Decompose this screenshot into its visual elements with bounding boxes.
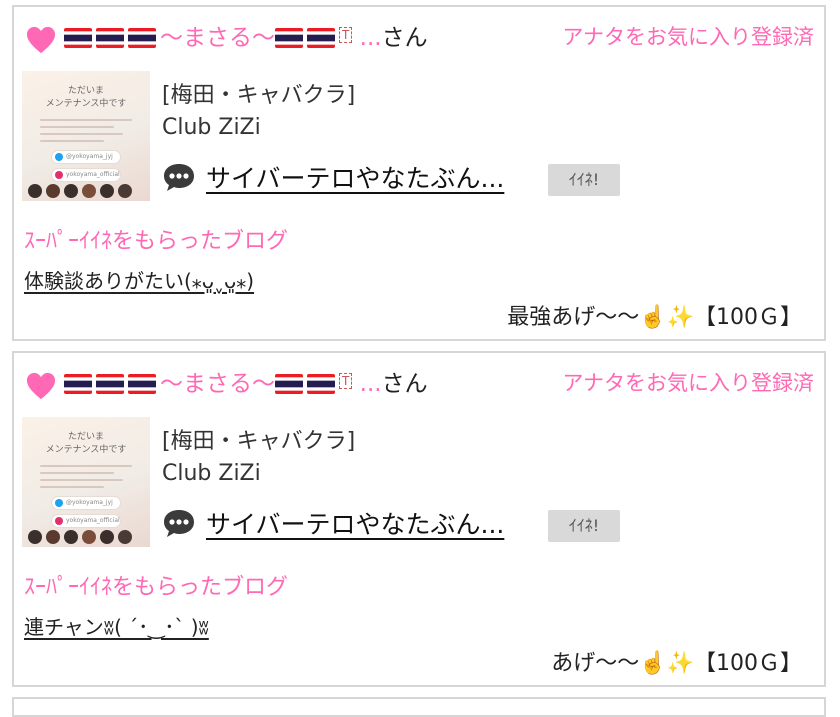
thumbnail-twitter-handle: @yokoyama_jyj	[52, 151, 120, 163]
shop-name[interactable]: Club ZiZi	[162, 115, 261, 140]
shop-thumbnail[interactable]: ただいま メンテナンス中です @yokoyama_jyj yokoyama_off…	[22, 417, 150, 547]
speech-bubble-icon	[164, 164, 194, 191]
shop-area: [梅田・キャバクラ]	[162, 83, 356, 108]
section-title: ｽｰﾊﾟｰｲｲﾈをもらったブログ	[24, 229, 289, 254]
speech-bubble-icon	[164, 510, 194, 537]
user-name-link[interactable]: 〜まさる〜 T ...さん	[64, 21, 428, 55]
heart-icon	[26, 26, 56, 54]
thai-flag-icon	[307, 28, 335, 48]
thumbnail-instagram-handle: yokoyama_official	[52, 515, 120, 527]
thai-flag-icon	[128, 28, 156, 48]
shop-area: [梅田・キャバクラ]	[162, 429, 356, 454]
comment-link[interactable]: 体験談ありがたい(⁎ᴗ͈ˬᴗ͈⁎)	[24, 265, 254, 294]
heart-icon	[26, 372, 56, 400]
thai-flag-icon	[64, 374, 92, 394]
blog-title-link[interactable]: サイバーテロやなたぶん...	[206, 505, 504, 541]
user-name: 〜まさる〜	[160, 25, 275, 51]
name-ellipsis: ...	[359, 25, 382, 51]
shop-thumbnail[interactable]: ただいま メンテナンス中です @yokoyama_jyj yokoyama_off…	[22, 71, 150, 201]
card-header: 〜まさる〜 T ...さん アナタをお気に入り登録済	[14, 353, 824, 413]
thai-flag-icon	[64, 28, 92, 48]
iine-button[interactable]: ｲｲﾈ!	[548, 510, 620, 542]
card-header: 〜まさる〜 T ...さん アナタをお気に入り登録済	[14, 7, 824, 67]
gift-message: あげ〜〜☝️✨【100Ｇ】	[551, 651, 802, 676]
thumbnail-heading: ただいま メンテナンス中です	[45, 86, 127, 109]
thumbnail-heading: ただいま メンテナンス中です	[45, 432, 127, 455]
thumbnail-twitter-handle: @yokoyama_jyj	[52, 497, 120, 509]
favorite-status: アナタをお気に入り登録済	[562, 371, 814, 395]
gift-card: 〜まさる〜 T ...さん アナタをお気に入り登録済 ただいま メンテナンス中です …	[12, 5, 826, 341]
thai-flag-icon	[275, 28, 303, 48]
thai-flag-icon	[96, 28, 124, 48]
thumbnail-instagram-handle: yokoyama_official	[52, 169, 120, 181]
shop-name[interactable]: Club ZiZi	[162, 461, 261, 486]
section-title: ｽｰﾊﾟｰｲｲﾈをもらったブログ	[24, 575, 289, 600]
thai-flag-icon	[275, 374, 303, 394]
thai-flag-icon	[96, 374, 124, 394]
iine-button[interactable]: ｲｲﾈ!	[548, 164, 620, 196]
blog-title-link[interactable]: サイバーテロやなたぶん...	[206, 159, 504, 195]
honorific: さん	[381, 25, 428, 51]
gift-message: 最強あげ〜〜☝️✨【100Ｇ】	[507, 305, 802, 330]
t-symbol-icon: T	[339, 373, 353, 389]
gift-card: 〜まさる〜 T ...さん アナタをお気に入り登録済 ただいま メンテナンス中です …	[12, 351, 826, 687]
thai-flag-icon	[307, 374, 335, 394]
honorific: さん	[381, 371, 428, 397]
thai-flag-icon	[128, 374, 156, 394]
user-name-link[interactable]: 〜まさる〜 T ...さん	[64, 367, 428, 401]
gift-card-partial	[12, 697, 826, 717]
t-symbol-icon: T	[339, 27, 353, 43]
comment-link[interactable]: 連チャンʬ( ´･‿･` )ʬ	[24, 611, 209, 640]
name-ellipsis: ...	[359, 371, 382, 397]
favorite-status: アナタをお気に入り登録済	[562, 25, 814, 49]
user-name: 〜まさる〜	[160, 371, 275, 397]
